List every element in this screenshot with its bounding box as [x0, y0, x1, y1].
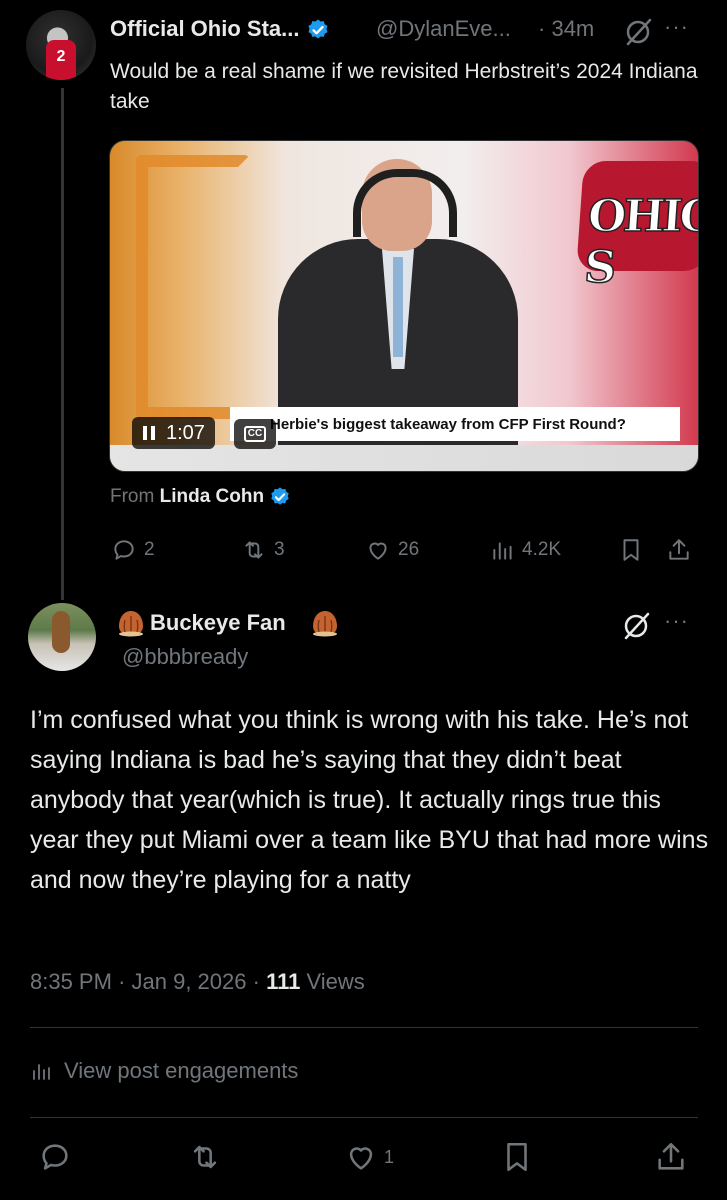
- verified-badge-icon: [271, 487, 290, 505]
- share-icon: [658, 1142, 684, 1170]
- like-button[interactable]: 26: [364, 537, 419, 563]
- views-count: 4.2K: [522, 539, 562, 560]
- pause-icon[interactable]: [142, 425, 156, 441]
- thread-line: [61, 88, 64, 600]
- reply-icon: [114, 540, 134, 560]
- reply-action-bar: 1: [30, 1140, 698, 1180]
- from-prefix: From: [110, 486, 155, 508]
- like-icon: [369, 542, 387, 560]
- bookmark-icon: [507, 1142, 527, 1172]
- more-icon[interactable]: ···: [664, 608, 689, 634]
- verified-badge-icon: [308, 19, 328, 39]
- like-button[interactable]: 1: [344, 1140, 394, 1174]
- separator: ·: [252, 969, 260, 994]
- divider: [30, 1117, 698, 1118]
- video-attribution[interactable]: From Linda Cohn: [110, 486, 291, 508]
- video-player[interactable]: OHIO S Herbie's biggest takeaway from CF…: [109, 140, 699, 472]
- parent-display-name-text[interactable]: Official Ohio Sta...: [110, 16, 299, 41]
- more-icon[interactable]: ···: [664, 14, 689, 40]
- divider: [30, 1027, 698, 1028]
- video-lower-third: Herbie's biggest takeaway from CFP First…: [230, 407, 680, 441]
- avatar-jersey: 2: [46, 40, 76, 80]
- nut-emoji-icon: [119, 611, 143, 637]
- repost-button[interactable]: [188, 1140, 222, 1174]
- parent-display-name[interactable]: Official Ohio Sta...: [110, 16, 330, 42]
- ohio-state-logo: OHIO S: [576, 161, 698, 294]
- video-controls[interactable]: 1:07: [132, 417, 215, 449]
- bookmark-button[interactable]: [500, 1140, 534, 1174]
- avatar-squirrel: [52, 611, 70, 653]
- share-button[interactable]: [666, 537, 692, 563]
- avatar-ohio-state[interactable]: 2: [26, 10, 96, 80]
- video-duration: 1:07: [166, 421, 205, 444]
- avatar-buckeye-fan[interactable]: [28, 603, 96, 671]
- timestamp-text[interactable]: 34m: [551, 16, 594, 41]
- share-button[interactable]: [654, 1140, 688, 1174]
- reply-date[interactable]: Jan 9, 2026: [132, 969, 247, 994]
- reply-display-name[interactable]: Buckeye Fan: [150, 610, 286, 636]
- reply-metadata: 8:35 PM · Jan 9, 2026 · 111 Views: [30, 969, 365, 995]
- parent-handle[interactable]: @DylanEve...: [376, 16, 511, 42]
- reply-button[interactable]: 2: [110, 537, 155, 563]
- parent-tweet-text: Would be a real shame if we revisited He…: [110, 60, 698, 113]
- engagements-icon: [33, 1064, 50, 1080]
- like-count: 1: [384, 1146, 395, 1167]
- reply-views-label: Views: [306, 969, 365, 994]
- grok-icon[interactable]: [622, 612, 652, 640]
- parent-timestamp[interactable]: · 34m: [538, 16, 594, 42]
- views-icon: [493, 542, 512, 560]
- view-engagements-link[interactable]: View post engagements: [30, 1058, 298, 1084]
- separator: ·: [538, 16, 546, 41]
- reply-time[interactable]: 8:35 PM: [30, 969, 112, 994]
- grok-icon[interactable]: [624, 18, 654, 46]
- ohio-logo-text: OHIO S: [582, 190, 699, 294]
- reply-tweet-text: I’m confused what you think is wrong wit…: [30, 706, 709, 894]
- bookmark-icon: [623, 539, 639, 561]
- repost-button[interactable]: 3: [240, 537, 285, 563]
- reply-icon: [42, 1144, 68, 1170]
- share-icon: [669, 539, 689, 560]
- like-icon: [349, 1147, 373, 1170]
- repost-count: 3: [274, 539, 285, 560]
- reply-count: 2: [144, 539, 155, 560]
- engagements-label[interactable]: View post engagements: [64, 1058, 298, 1084]
- repost-icon: [193, 1145, 217, 1169]
- tennessee-logo: [136, 155, 250, 419]
- captions-icon[interactable]: CC: [234, 419, 276, 449]
- captions-label: CC: [243, 426, 267, 442]
- separator: ·: [118, 969, 126, 994]
- parent-action-bar: 2 3 26 4.2K: [110, 537, 700, 567]
- reply-handle[interactable]: @bbbbready: [122, 644, 248, 670]
- bookmark-button[interactable]: [618, 537, 644, 563]
- from-name[interactable]: Linda Cohn: [160, 486, 264, 507]
- reply-views-count: 111: [266, 969, 301, 994]
- reply-button[interactable]: [38, 1140, 72, 1174]
- headset: [353, 169, 457, 237]
- like-count: 26: [398, 539, 420, 560]
- views-button[interactable]: 4.2K: [490, 537, 561, 563]
- broadcaster-tie: [393, 257, 403, 357]
- repost-icon: [245, 541, 263, 559]
- nut-emoji-icon: [313, 611, 337, 637]
